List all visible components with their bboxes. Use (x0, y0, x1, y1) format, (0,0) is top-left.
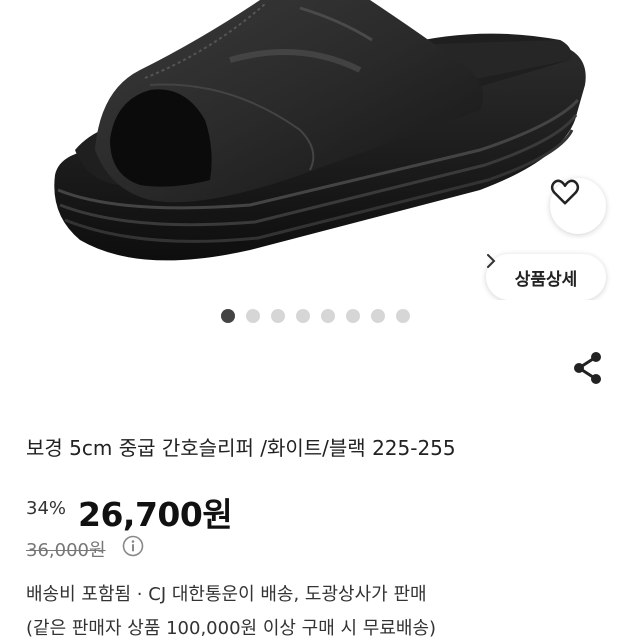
product-detail-label: 상품상세 (514, 269, 578, 290)
product-image-gallery[interactable]: 상품상세 (0, 0, 631, 300)
shipping-info: 배송비 포함됨 · CJ 대한통운이 배송, 도광상사가 판매 (26, 584, 427, 605)
gallery-dot[interactable] (221, 309, 235, 323)
sale-price: 26,700원 (78, 495, 233, 534)
gallery-dot[interactable] (346, 309, 360, 323)
gallery-dot[interactable] (271, 309, 285, 323)
gallery-dot[interactable] (396, 309, 410, 323)
gallery-dot[interactable] (321, 309, 335, 323)
info-icon[interactable] (122, 535, 144, 557)
gallery-pagination (221, 309, 410, 323)
product-detail-button[interactable]: 상품상세 (486, 254, 606, 300)
wishlist-button[interactable] (550, 178, 606, 234)
original-price: 36,000원 (26, 540, 106, 561)
discount-rate: 34% (26, 498, 67, 519)
share-icon[interactable] (570, 350, 606, 386)
shipping-note: (같은 판매자 상품 100,000원 이상 구매 시 무료배송) (26, 618, 437, 639)
heart-icon (550, 179, 580, 205)
gallery-dot[interactable] (296, 309, 310, 323)
gallery-dot[interactable] (371, 309, 385, 323)
chevron-right-icon (487, 254, 496, 268)
gallery-dot[interactable] (246, 309, 260, 323)
product-title: 보경 5cm 중굽 간호슬리퍼 /화이트/블랙 225-255 (26, 436, 456, 460)
